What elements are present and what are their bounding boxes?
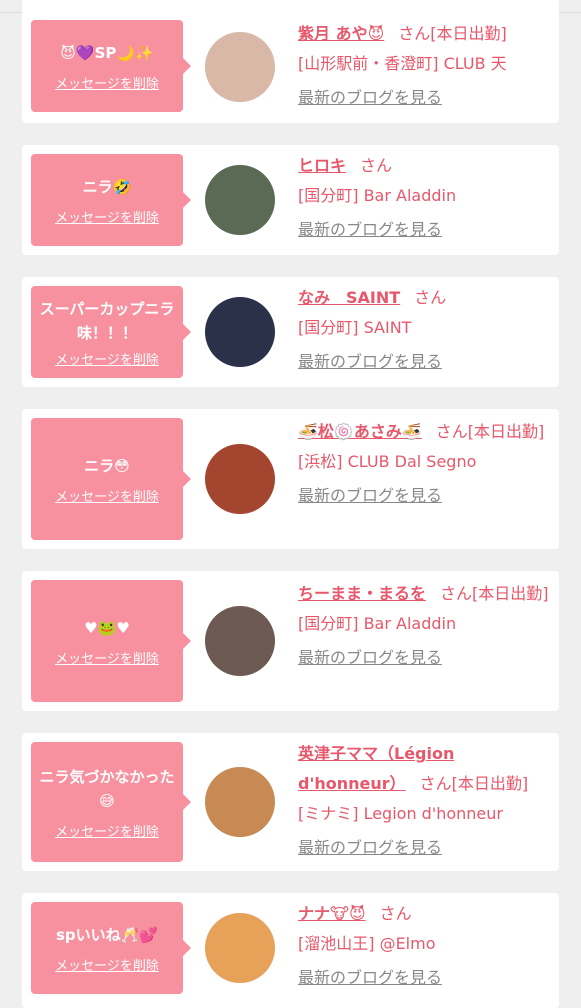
work-status: [本日出勤]	[430, 24, 507, 43]
shop-info: [ミナミ] Legion d'honneur	[298, 804, 503, 823]
message-bubble: ニラ🤣 メッセージを削除	[31, 154, 191, 246]
message-card: 😈💜SP🌙✨ メッセージを削除 紫月 あや😈 さん[本日出勤] [山形駅前・香澄町…	[22, 0, 559, 123]
profile-name-link[interactable]: 🍜松🍥あさみ🍜	[298, 422, 422, 441]
message-text: 😈💜SP🌙✨	[60, 43, 154, 62]
shop-info: [国分町] SAINT	[298, 318, 412, 337]
profile-info: 🍜松🍥あさみ🍜 さん[本日出勤] [浜松] CLUB Dal Segno 最新のブ…	[298, 417, 558, 511]
work-status: [本日出勤]	[472, 584, 549, 603]
honorific: さん	[379, 904, 412, 923]
message-text: ニラ😳	[84, 456, 130, 475]
latest-blog-link[interactable]: 最新のブログを見る	[298, 88, 442, 107]
honorific: さん	[398, 24, 431, 43]
message-text: spいいね🥂💕	[55, 925, 159, 944]
work-status: [本日出勤]	[451, 774, 529, 793]
profile-info: ちーまま・まるを さん[本日出勤] [国分町] Bar Aladdin 最新のブロ…	[298, 579, 558, 673]
avatar[interactable]	[205, 913, 275, 983]
latest-blog-link[interactable]: 最新のブログを見る	[298, 220, 442, 239]
message-card: ニラ気づかなかった😅 メッセージを削除 英津子ママ（Légion d'honne…	[22, 733, 559, 871]
shop-info: [浜松] CLUB Dal Segno	[298, 452, 477, 471]
honorific: さん	[440, 584, 473, 603]
latest-blog-link[interactable]: 最新のブログを見る	[298, 968, 442, 987]
profile-name-link[interactable]: ヒロキ	[298, 156, 346, 175]
message-bubble: ニラ😳 メッセージを削除	[31, 418, 191, 540]
shop-info: [溜池山王] @Elmo	[298, 934, 436, 953]
shop-info: [山形駅前・香澄町] CLUB 天	[298, 54, 507, 73]
shop-info: [国分町] Bar Aladdin	[298, 186, 457, 205]
message-card: ニラ🤣 メッセージを削除 ヒロキ さん [国分町] Bar Aladdin 最新の…	[22, 145, 559, 255]
message-text: ♥🐸♥	[84, 618, 130, 637]
delete-message-link[interactable]: メッセージを削除	[55, 821, 159, 840]
profile-name-link[interactable]: ナナ🐮😈	[298, 904, 366, 923]
latest-blog-link[interactable]: 最新のブログを見る	[298, 648, 442, 667]
message-bubble: spいいね🥂💕 メッセージを削除	[31, 902, 191, 994]
avatar[interactable]	[205, 165, 275, 235]
delete-message-link[interactable]: メッセージを削除	[55, 648, 159, 667]
message-card: ニラ😳 メッセージを削除 🍜松🍥あさみ🍜 さん[本日出勤] [浜松] CLUB D…	[22, 409, 559, 549]
message-text: ニラ気づかなかった😅	[39, 767, 175, 810]
delete-message-link[interactable]: メッセージを削除	[55, 207, 159, 226]
honorific: さん	[435, 422, 468, 441]
delete-message-link[interactable]: メッセージを削除	[55, 349, 159, 368]
honorific: さん	[414, 288, 447, 307]
avatar[interactable]	[205, 606, 275, 676]
shop-info: [国分町] Bar Aladdin	[298, 614, 457, 633]
avatar[interactable]	[205, 444, 275, 514]
avatar[interactable]	[205, 297, 275, 367]
honorific: さん	[360, 156, 393, 175]
profile-name-link[interactable]: ちーまま・まるを	[298, 584, 426, 603]
message-card: スーパーカップニラ味！！！ メッセージを削除 なみ SAINT さん [国分町] …	[22, 277, 559, 387]
honorific: さん	[419, 774, 452, 793]
latest-blog-link[interactable]: 最新のブログを見る	[298, 352, 442, 371]
avatar[interactable]	[205, 32, 275, 102]
profile-info: 紫月 あや😈 さん[本日出勤] [山形駅前・香澄町] CLUB 天 最新のブログを…	[298, 19, 558, 113]
delete-message-link[interactable]: メッセージを削除	[55, 73, 159, 92]
message-card: ♥🐸♥ メッセージを削除 ちーまま・まるを さん[本日出勤] [国分町] Bar …	[22, 571, 559, 711]
delete-message-link[interactable]: メッセージを削除	[55, 486, 159, 505]
message-bubble: ♥🐸♥ メッセージを削除	[31, 580, 191, 702]
delete-message-link[interactable]: メッセージを削除	[55, 955, 159, 974]
profile-name-link[interactable]: なみ SAINT	[298, 288, 400, 307]
latest-blog-link[interactable]: 最新のブログを見る	[298, 486, 442, 505]
avatar[interactable]	[205, 767, 275, 837]
profile-info: 英津子ママ（Légion d'honneur） さん[本日出勤] [ミナミ] Le…	[298, 739, 558, 863]
profile-info: なみ SAINT さん [国分町] SAINT 最新のブログを見る	[298, 283, 558, 377]
message-bubble: ニラ気づかなかった😅 メッセージを削除	[31, 742, 191, 862]
profile-name-link[interactable]: 紫月 あや😈	[298, 24, 384, 43]
profile-info: ナナ🐮😈 さん [溜池山王] @Elmo 最新のブログを見る	[298, 899, 558, 993]
message-card: spいいね🥂💕 メッセージを削除 ナナ🐮😈 さん [溜池山王] @Elmo 最新の…	[22, 893, 559, 1008]
work-status: [本日出勤]	[467, 422, 545, 441]
message-text: ニラ🤣	[82, 177, 132, 196]
message-text: スーパーカップニラ味！！！	[39, 299, 175, 342]
latest-blog-link[interactable]: 最新のブログを見る	[298, 838, 442, 857]
profile-info: ヒロキ さん [国分町] Bar Aladdin 最新のブログを見る	[298, 151, 558, 245]
message-bubble: スーパーカップニラ味！！！ メッセージを削除	[31, 286, 191, 378]
message-bubble: 😈💜SP🌙✨ メッセージを削除	[31, 20, 191, 112]
